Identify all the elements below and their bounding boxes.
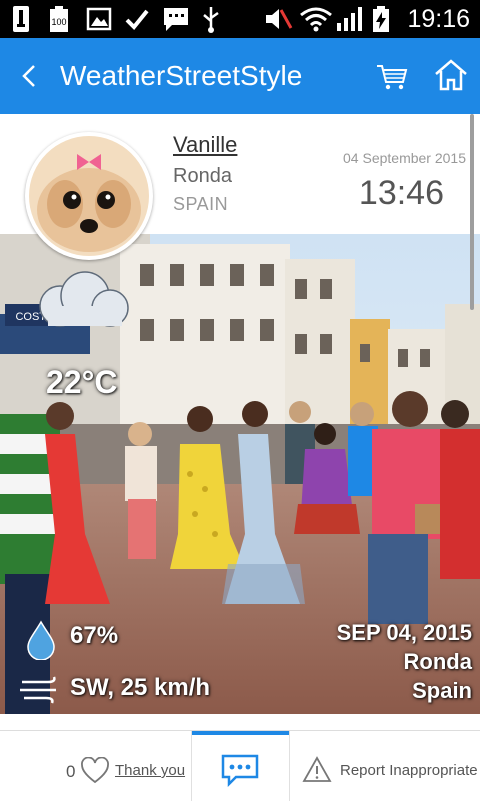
mute-icon — [263, 5, 293, 33]
street-style-photo[interactable]: COSTASOL 22°C 67% SW, 25 km/h SEP 04, 20… — [0, 234, 480, 714]
app-title: WeatherStreetStyle — [60, 60, 303, 91]
user-avatar[interactable] — [25, 132, 153, 260]
cloud-icon — [30, 268, 134, 332]
user-name-link[interactable]: Vanille — [173, 132, 237, 158]
back-arrow-icon[interactable] — [16, 58, 44, 94]
battery-100-icon: 100 — [48, 5, 74, 33]
active-tab-indicator — [192, 731, 289, 735]
report-button[interactable]: Report Inappropriate — [340, 762, 478, 779]
humidity-label: 67% — [70, 622, 119, 649]
post-time: 13:46 — [358, 174, 444, 212]
stamp-country: Spain — [412, 678, 472, 703]
check-icon — [124, 5, 150, 33]
message-icon — [162, 5, 188, 33]
app-bar: WeatherStreetStyle — [0, 38, 480, 114]
usb-icon — [10, 5, 36, 33]
stamp-city: Ronda — [403, 649, 472, 674]
bottom-action-bar: 0 Thank you Report Inappropriate — [0, 730, 480, 801]
temperature-label: 22°C — [46, 364, 118, 400]
battery-badge: 100 — [51, 17, 66, 27]
warning-icon[interactable] — [302, 755, 332, 783]
heart-icon[interactable] — [80, 756, 110, 785]
usb-debug-icon — [200, 5, 226, 33]
post-date: 04 September 2015 — [343, 150, 466, 166]
status-bar: 100 19:16 — [0, 0, 480, 38]
wind-icon — [18, 674, 60, 706]
like-count: 0 — [66, 762, 76, 781]
user-city: Ronda — [173, 165, 232, 187]
comment-icon — [221, 754, 259, 787]
date-stamp: SEP 04, 2015 — [336, 620, 472, 645]
comments-tab[interactable] — [191, 731, 290, 801]
thank-you-button[interactable]: Thank you — [115, 762, 185, 779]
water-drop-icon — [24, 620, 58, 661]
wifi-icon — [299, 5, 333, 33]
wind-label: SW, 25 km/h — [70, 674, 211, 701]
home-icon[interactable] — [432, 56, 470, 94]
user-country: SPAIN — [173, 194, 229, 214]
scrollbar-thumb[interactable] — [470, 114, 474, 310]
image-icon — [86, 5, 112, 33]
status-clock: 19:16 — [407, 5, 470, 33]
charging-battery-icon — [371, 5, 397, 33]
cart-icon[interactable] — [374, 58, 410, 94]
signal-icon — [335, 5, 363, 33]
